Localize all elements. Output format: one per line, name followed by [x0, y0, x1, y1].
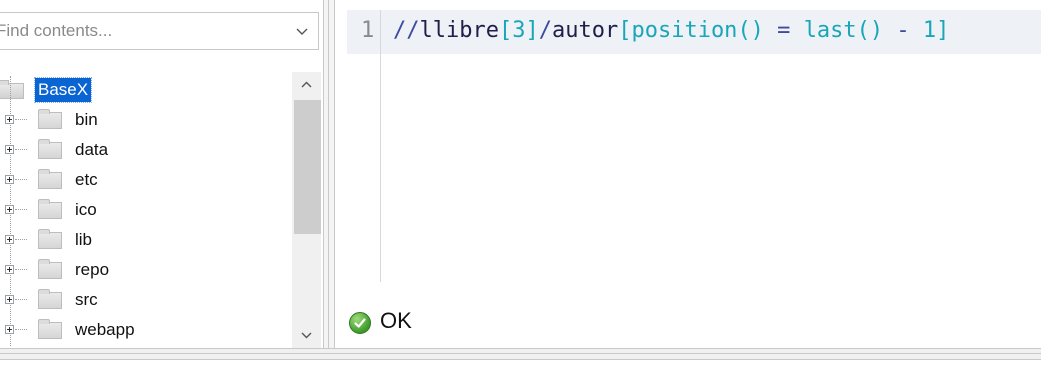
tree-item-label: lib: [75, 230, 93, 249]
folder-icon: [38, 229, 62, 249]
tree-item-bin[interactable]: bin: [0, 106, 290, 136]
tree-item-data[interactable]: data: [0, 136, 290, 166]
tree-item-src[interactable]: src: [0, 286, 290, 316]
expand-icon[interactable]: [5, 295, 14, 304]
bottom-panel: [0, 360, 1041, 371]
scrollbar-thumb[interactable]: [294, 100, 321, 234]
tree-scrollbar[interactable]: [292, 72, 321, 348]
code-token: -: [883, 18, 923, 43]
vertical-splitter[interactable]: [323, 0, 335, 348]
tree-item-label: repo: [75, 260, 110, 279]
chevron-up-icon[interactable]: [292, 72, 321, 98]
gutter-divider: [380, 10, 381, 282]
tree-connector: [15, 209, 27, 210]
line-number: 1: [361, 18, 375, 43]
folder-icon: [38, 319, 62, 339]
tree-item-label: data: [75, 140, 109, 159]
code-token: llibre: [419, 18, 499, 43]
tree-item-label: ico: [75, 200, 97, 219]
folder-icon: [38, 199, 62, 219]
code-token: 1: [922, 18, 937, 43]
tree-item-repo[interactable]: repo: [0, 256, 290, 286]
code-token: [: [618, 18, 632, 43]
horizontal-splitter[interactable]: [0, 348, 1041, 360]
folder-icon: [38, 139, 62, 159]
tree-connector: [15, 239, 27, 240]
folder-icon: [38, 289, 62, 309]
tree-connector: [15, 149, 27, 150]
tree-item-ico[interactable]: ico: [0, 196, 290, 226]
expand-icon[interactable]: [5, 265, 14, 274]
search-input[interactable]: [0, 13, 266, 49]
folder-icon: [38, 169, 62, 189]
code-token: position: [631, 18, 738, 43]
code-token: [: [498, 18, 513, 43]
code-line[interactable]: //llibre[3]/autor[position() = last() - …: [393, 18, 949, 44]
tree-item-lib[interactable]: lib: [0, 226, 290, 256]
tree-connector: [15, 329, 27, 330]
code-token: /: [538, 18, 552, 43]
folder-icon: [38, 109, 62, 129]
expand-icon[interactable]: [5, 235, 14, 244]
code-token: //: [393, 18, 420, 43]
tree-item-label: etc: [75, 170, 98, 189]
tree-item-label: src: [75, 290, 98, 309]
code-token: =: [763, 18, 804, 43]
code-token: ]: [525, 18, 539, 43]
expand-icon[interactable]: [5, 115, 14, 124]
tree-connector: [15, 119, 27, 120]
file-tree: bin data etc ico lib repo src webapp: [0, 72, 290, 348]
file-browser-panel: BaseX bin data etc ico: [0, 0, 323, 348]
search-box: [0, 12, 319, 50]
code-editor[interactable]: 1 //llibre[3]/autor[position() = last() …: [335, 0, 1041, 296]
code-token: 3: [512, 18, 526, 43]
tree-connector: [15, 179, 27, 180]
tree-item-webapp[interactable]: webapp: [0, 316, 290, 346]
status-text: OK: [380, 308, 412, 333]
code-token: (): [737, 18, 764, 43]
tree-item-label: bin: [75, 110, 98, 129]
expand-icon[interactable]: [5, 175, 14, 184]
check-circle-icon: [349, 312, 371, 334]
code-token: autor: [551, 18, 619, 43]
chevron-down-icon[interactable]: [292, 21, 312, 41]
code-token: (): [856, 18, 884, 43]
code-token: ]: [936, 18, 950, 43]
folder-icon: [38, 259, 62, 279]
tree-connector: [15, 269, 27, 270]
tree-connector: [15, 299, 27, 300]
status-bar: OK: [335, 296, 1041, 348]
expand-icon[interactable]: [5, 205, 14, 214]
tree-item-label: webapp: [75, 320, 135, 339]
expand-icon[interactable]: [5, 325, 14, 334]
code-token: last: [803, 18, 857, 43]
chevron-down-icon[interactable]: [292, 322, 321, 348]
tree-item-etc[interactable]: etc: [0, 166, 290, 196]
expand-icon[interactable]: [5, 145, 14, 154]
